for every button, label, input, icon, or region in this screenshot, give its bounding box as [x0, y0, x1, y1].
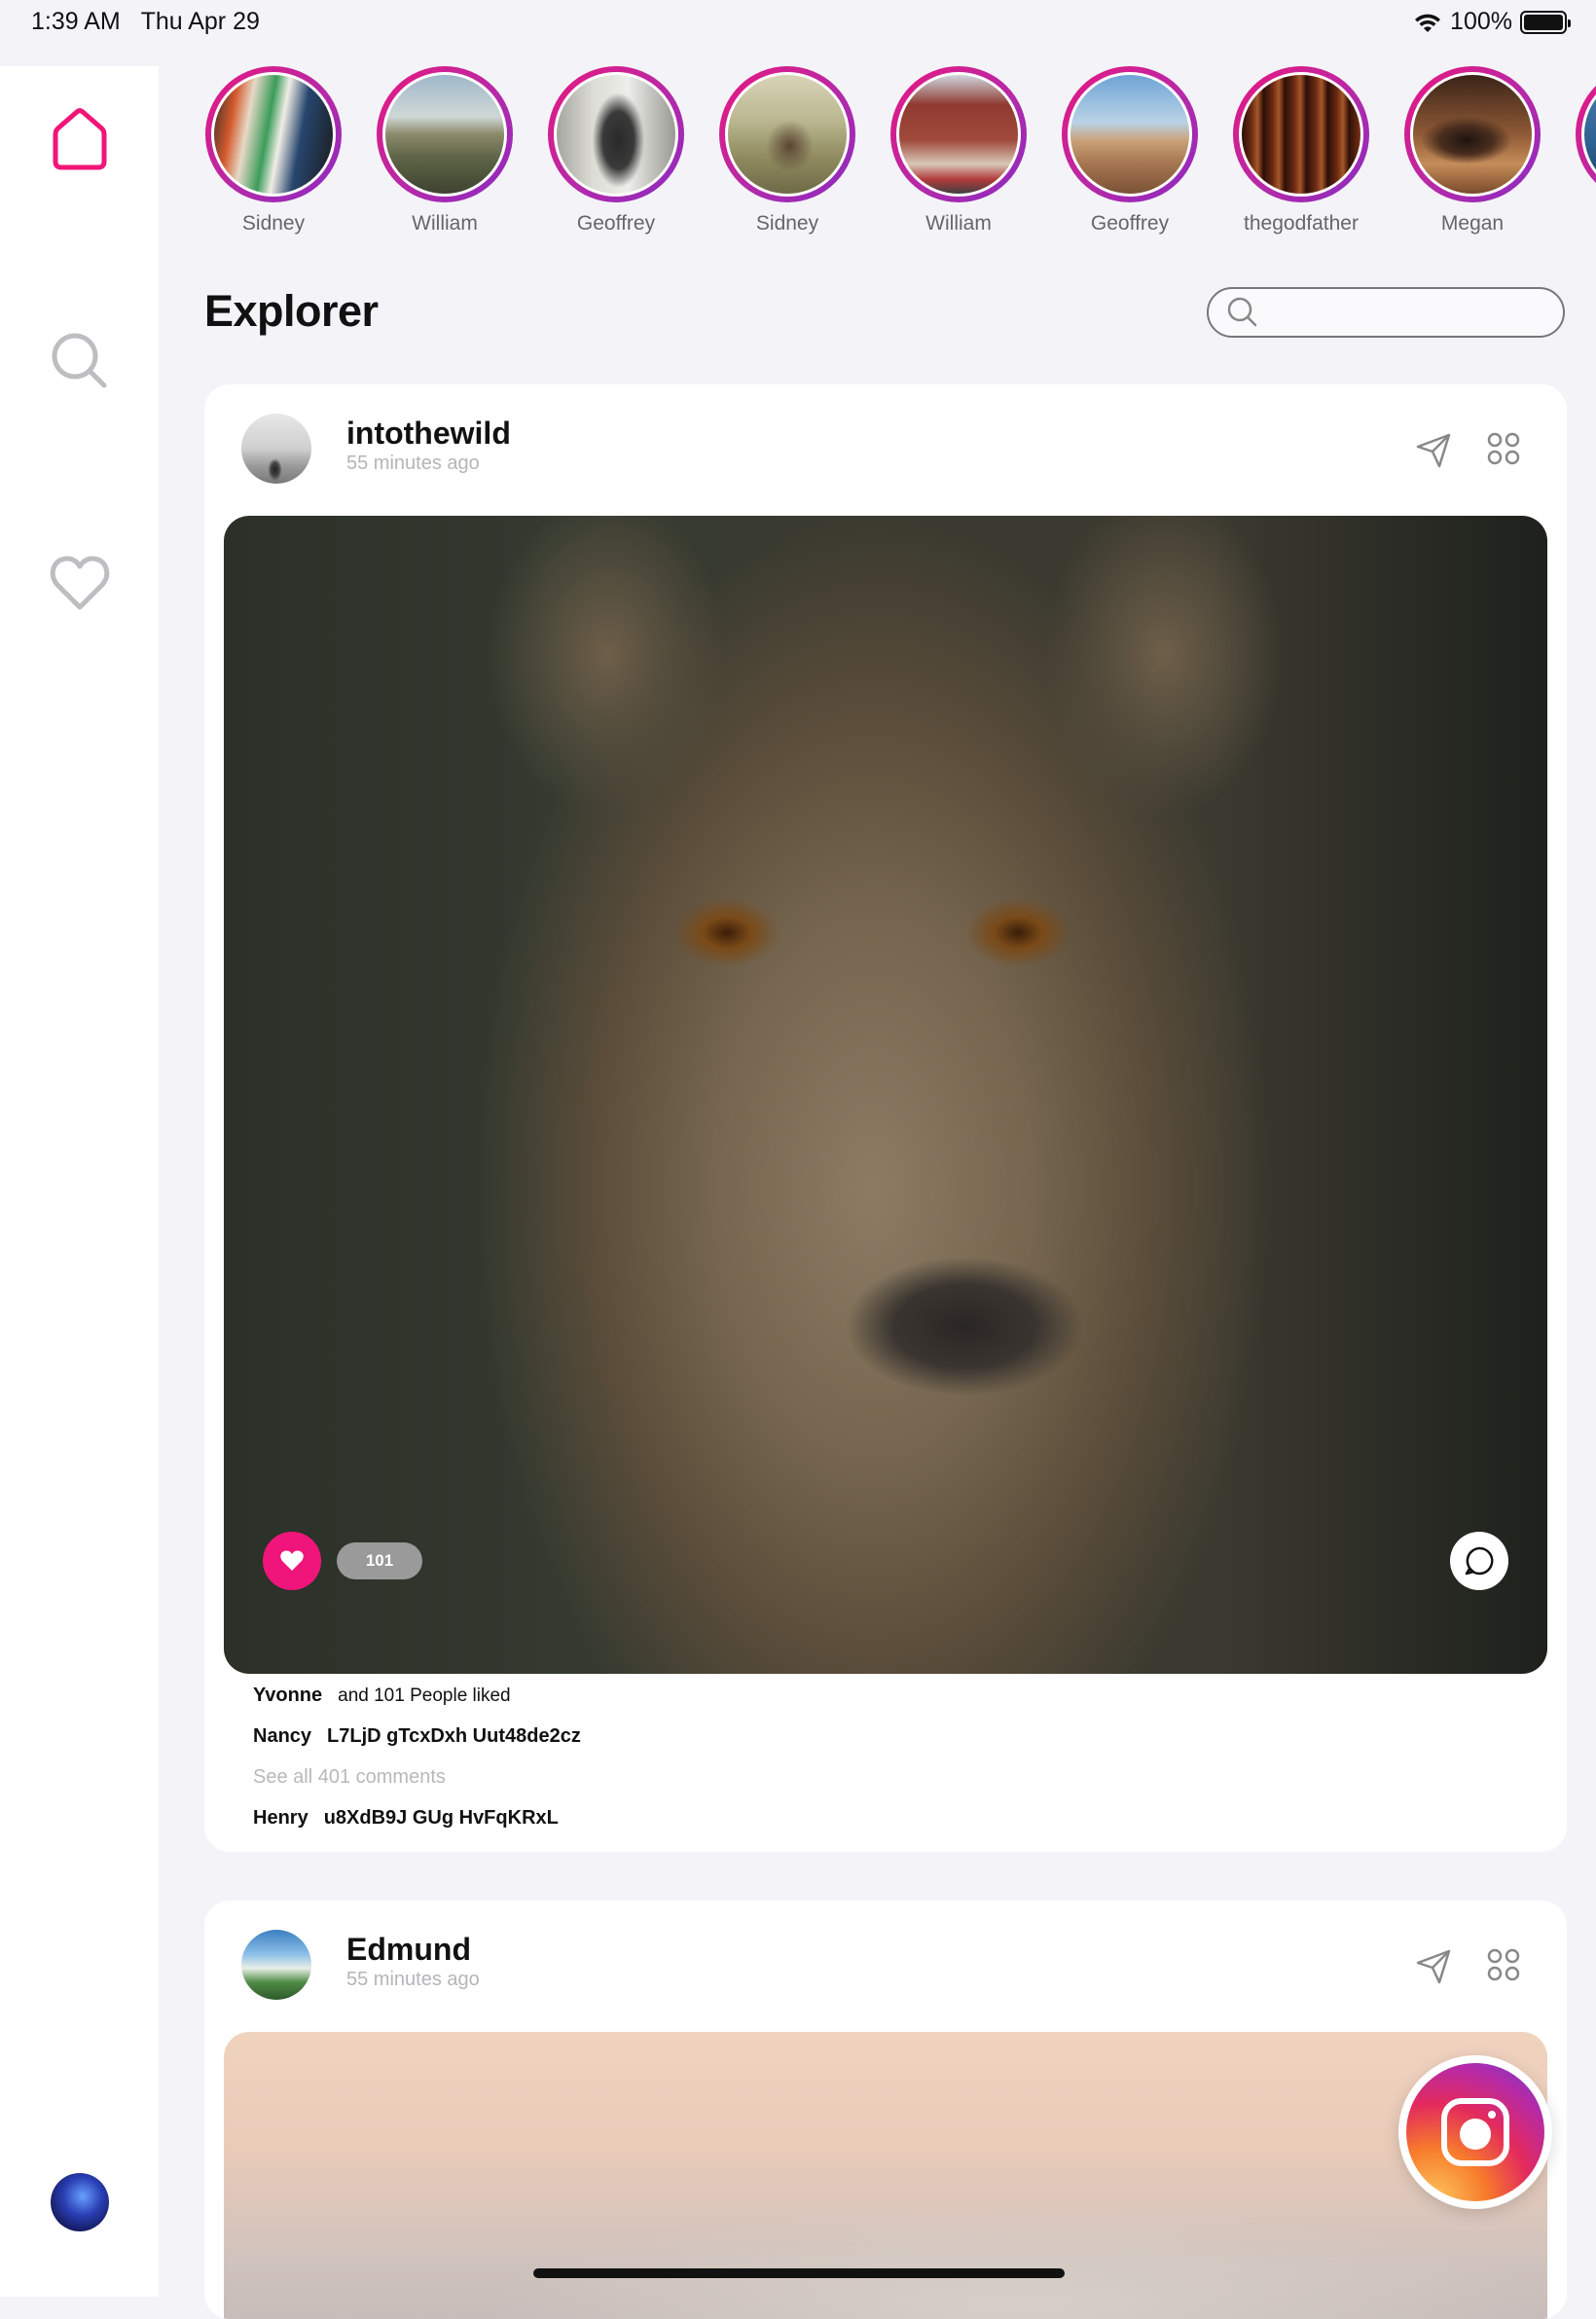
story-name: Megan: [1440, 212, 1505, 235]
battery-icon: [1520, 10, 1571, 34]
story-image: [1239, 72, 1363, 197]
camera-fab-button[interactable]: [1398, 2055, 1552, 2209]
post-card: intothewild 55 minutes ago 101 Yvonne and…: [204, 384, 1567, 1852]
wifi-icon: [1415, 14, 1441, 32]
post-card: Edmund 55 minutes ago: [204, 1901, 1567, 2319]
story-item[interactable]: William: [372, 66, 518, 236]
story-ring: [1576, 66, 1596, 202]
story-name: Geoffrey: [576, 212, 656, 235]
story-item[interactable]: Sidney: [714, 66, 860, 236]
camera-icon: [1441, 2098, 1509, 2166]
liked-by-text: and 101 People liked: [338, 1685, 511, 1706]
status-time-text: 1:39 AM: [31, 8, 121, 35]
story-item[interactable]: Geoffrey: [543, 66, 689, 236]
story-ring: [548, 66, 684, 202]
home-icon: [53, 108, 107, 170]
story-image: [896, 72, 1021, 197]
story-ring: [205, 66, 342, 202]
send-icon[interactable]: [1414, 431, 1453, 470]
story-item[interactable]: William: [886, 66, 1032, 236]
post-username[interactable]: Edmund: [346, 1932, 471, 1968]
story-name: Sidney: [241, 212, 306, 235]
sidebar-item-likes[interactable]: [40, 543, 120, 623]
story-image: [211, 72, 336, 197]
liked-by-user[interactable]: Yvonne: [253, 1685, 322, 1706]
home-indicator[interactable]: [533, 2268, 1065, 2278]
page-title: Explorer: [204, 286, 379, 336]
story-image: [1410, 72, 1535, 197]
story-ring: [377, 66, 513, 202]
post-time: 55 minutes ago: [346, 453, 480, 474]
search-input[interactable]: [1269, 292, 1563, 333]
post-avatar[interactable]: [241, 414, 311, 484]
story-item[interactable]: Megan: [1399, 66, 1545, 236]
search-icon: [52, 333, 107, 388]
comment-line: Nancy L7LjD gTcxDxh Uut48de2cz: [253, 1725, 581, 1748]
story-image: [725, 72, 850, 197]
post-username[interactable]: intothewild: [346, 416, 511, 452]
story-name: Geoffrey: [1090, 212, 1170, 235]
grid-menu-icon[interactable]: [1486, 431, 1521, 466]
story-ring: [890, 66, 1027, 202]
story-ring: [1404, 66, 1541, 202]
sidebar: [0, 66, 159, 2297]
status-date-text: Thu Apr 29: [140, 8, 260, 35]
comment-user[interactable]: Nancy: [253, 1725, 311, 1747]
like-count-badge: 101: [337, 1542, 422, 1579]
status-right: 100%: [1413, 8, 1571, 36]
stories-row: Sidney William Geoffrey Sidney William G…: [200, 66, 1596, 251]
search-icon: [1227, 297, 1257, 327]
heart-icon: [50, 556, 110, 610]
fab-gradient: [1406, 2063, 1544, 2201]
comment-user[interactable]: Henry: [253, 1807, 308, 1829]
comment-icon: [1465, 1546, 1494, 1576]
likes-summary: Yvonne and 101 People liked: [253, 1685, 511, 1707]
story-name: William: [412, 212, 478, 235]
story-image: [554, 72, 678, 197]
status-bar: 1:39 AM Thu Apr 29 100%: [0, 0, 1596, 45]
battery-percent: 100%: [1450, 8, 1512, 35]
story-image: [1581, 72, 1596, 197]
post-image[interactable]: 101: [224, 516, 1547, 1674]
avatar[interactable]: [51, 2173, 109, 2231]
grid-menu-icon[interactable]: [1486, 1947, 1521, 1982]
sidebar-item-home[interactable]: [40, 99, 120, 179]
battery-fill: [1524, 14, 1563, 30]
story-name: thegodfather: [1244, 212, 1359, 235]
story-name: William: [925, 212, 992, 235]
story-ring: [1062, 66, 1198, 202]
status-time: 1:39 AM Thu Apr 29: [31, 8, 260, 36]
like-button[interactable]: [263, 1532, 321, 1590]
story-name: Sidney: [755, 212, 819, 235]
story-item[interactable]: [1571, 66, 1596, 212]
story-item[interactable]: Sidney: [200, 66, 346, 236]
comment-line: Henry u8XdB9J GUg HvFqKRxL: [253, 1807, 559, 1830]
story-image: [1068, 72, 1192, 197]
search-bar[interactable]: [1207, 287, 1565, 338]
post-avatar[interactable]: [241, 1930, 311, 2000]
story-ring: [719, 66, 855, 202]
story-item[interactable]: thegodfather: [1228, 66, 1374, 236]
comment-button[interactable]: [1450, 1532, 1508, 1590]
post-time: 55 minutes ago: [346, 1969, 480, 1990]
heart-filled-icon: [280, 1550, 304, 1571]
story-item[interactable]: Geoffrey: [1057, 66, 1203, 236]
story-image: [382, 72, 507, 197]
see-all-comments-link[interactable]: See all 401 comments: [253, 1766, 446, 1789]
story-ring: [1233, 66, 1369, 202]
comment-text: u8XdB9J GUg HvFqKRxL: [323, 1807, 559, 1829]
sidebar-item-search[interactable]: [40, 321, 120, 401]
comment-text: L7LjD gTcxDxh Uut48de2cz: [327, 1725, 581, 1747]
send-icon[interactable]: [1414, 1947, 1453, 1986]
